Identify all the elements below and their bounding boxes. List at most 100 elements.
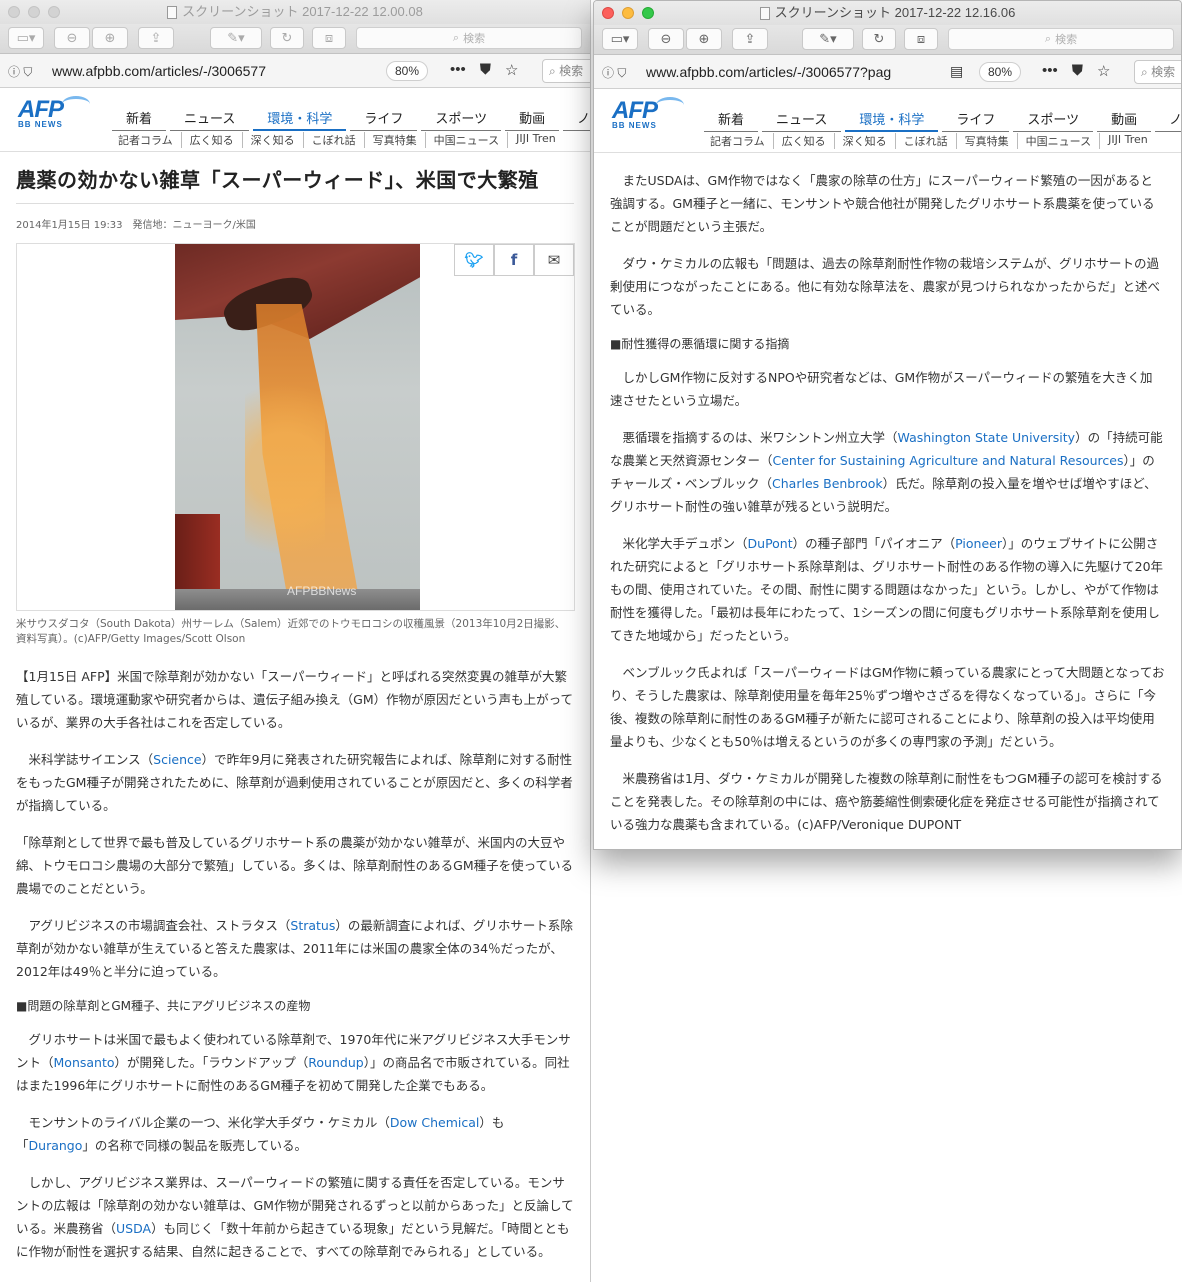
url-search-placeholder: 検索 — [559, 64, 584, 78]
url-search-field[interactable]: ⌕ 検索 — [1134, 60, 1181, 84]
toolbox-button[interactable]: ⧈ — [312, 27, 346, 49]
markup-button[interactable]: ✎▾ — [210, 27, 262, 49]
search-field[interactable]: ⌕ 検索 — [356, 27, 582, 49]
sidebar-toggle-button[interactable]: ▭▾ — [8, 27, 44, 49]
article-photo-container: AFPBBNews 🐦︎ f ✉ — [16, 243, 575, 611]
zoom-indicator[interactable]: 80% — [979, 62, 1022, 82]
info-shield-icon[interactable]: ⓘ ⛉ — [602, 64, 626, 81]
subnav-item-spillover[interactable]: こぼれ話 — [896, 133, 957, 149]
subnav-item-china[interactable]: 中国ニュース — [426, 132, 509, 148]
zoom-indicator[interactable]: 80% — [386, 61, 429, 81]
usda-link[interactable]: USDA — [116, 1221, 151, 1236]
subnav-item-column[interactable]: 記者コラム — [110, 132, 182, 148]
article-paragraph: 【1月15日 AFP】米国で除草剤が効かない「スーパーウィード」と呼ばれる突然変… — [16, 669, 573, 730]
bookmark-star-icon[interactable]: ☆ — [1097, 62, 1110, 80]
subnav-item-china[interactable]: 中国ニュース — [1018, 133, 1101, 149]
subnav-item-jiji[interactable]: JIJI Tren — [1100, 133, 1156, 149]
durango-link[interactable]: Durango — [29, 1138, 83, 1153]
nav-item-new[interactable]: 新着 — [112, 108, 167, 131]
minimize-button[interactable] — [622, 7, 634, 19]
subnav-item-photo[interactable]: 写真特集 — [365, 132, 426, 148]
nav-item-environment-science[interactable]: 環境・科学 — [253, 108, 347, 131]
wsu-link[interactable]: Washington State University — [898, 430, 1076, 445]
info-shield-icon[interactable]: ⓘ ⛉ — [8, 63, 32, 80]
sidebar-toggle-button[interactable]: ▭▾ — [602, 28, 638, 50]
more-icon[interactable]: ••• — [450, 61, 466, 79]
search-icon: ⌕ — [452, 31, 460, 44]
share-button[interactable]: ⇪ — [138, 27, 174, 49]
nav-item-sports[interactable]: スポーツ — [1013, 109, 1094, 132]
nav-item-life[interactable]: ライフ — [942, 109, 1010, 132]
share-buttons: 🐦︎ f ✉ — [454, 244, 574, 276]
url-search-field[interactable]: ⌕ 検索 — [542, 59, 590, 83]
more-icon[interactable]: ••• — [1042, 62, 1058, 80]
nav-item-environment-science[interactable]: 環境・科学 — [845, 109, 939, 132]
afp-logo[interactable]: AFP BB NEWS — [612, 97, 686, 137]
nav-item-news[interactable]: ニュース — [170, 108, 250, 131]
zoom-button[interactable] — [642, 7, 654, 19]
zoom-in-button[interactable]: ⊕ — [686, 28, 722, 50]
dow-chemical-link[interactable]: Dow Chemical — [390, 1115, 479, 1130]
nav-item-sports[interactable]: スポーツ — [421, 108, 502, 131]
mail-icon[interactable]: ✉ — [534, 244, 574, 276]
text-span: ）」のウェブサイトに公開された研究によると「グリホサート系除草剤は、グリホサート… — [610, 536, 1164, 643]
search-placeholder: 検索 — [463, 32, 486, 45]
subnav-item-jiji[interactable]: JIJI Tren — [508, 132, 564, 148]
roundup-link[interactable]: Roundup — [308, 1055, 363, 1070]
nav-item-video[interactable]: 動画 — [1097, 109, 1152, 132]
nav-item-more[interactable]: ノ — [563, 108, 590, 131]
zoom-out-button[interactable]: ⊖ — [54, 27, 90, 49]
article-dateline: 2014年1月15日 19:33 発信地：ニューヨーク/米国 — [16, 220, 256, 231]
pocket-icon[interactable]: ⛊ — [1072, 62, 1083, 80]
rotate-button[interactable]: ↻ — [862, 28, 896, 50]
twitter-icon[interactable]: 🐦︎ — [454, 244, 494, 276]
dupont-link[interactable]: DuPont — [748, 536, 793, 551]
markup-button[interactable]: ✎▾ — [802, 28, 854, 50]
nav-item-new[interactable]: 新着 — [704, 109, 759, 132]
nav-item-video[interactable]: 動画 — [505, 108, 560, 131]
search-field[interactable]: ⌕ 検索 — [948, 28, 1174, 50]
zoom-button[interactable] — [48, 6, 60, 18]
article-left: 農薬の効かない雑草「スーパーウィード」、米国で大繁殖 2014年1月15日 19… — [0, 164, 590, 1263]
article-paragraph: しかし、アグリビジネス業界は、スーパーウィードの繁殖に関する責任を否定している。… — [16, 1171, 574, 1263]
share-button[interactable]: ⇪ — [732, 28, 768, 50]
subnav-item-deep[interactable]: 深く知る — [243, 132, 304, 148]
url-tools: ••• ⛊ ☆ — [450, 61, 518, 79]
bookmark-star-icon[interactable]: ☆ — [505, 61, 518, 79]
close-button[interactable] — [8, 6, 20, 18]
logo-swoosh — [62, 96, 90, 112]
minimize-button[interactable] — [28, 6, 40, 18]
afp-logo[interactable]: AFP BB NEWS — [18, 96, 92, 136]
subnav-item-wide[interactable]: 広く知る — [182, 132, 243, 148]
reader-view-icon[interactable]: ▤ — [950, 63, 963, 80]
text-span: ）の種子部門「パイオニア（ — [792, 536, 956, 551]
stratus-link[interactable]: Stratus — [290, 918, 335, 933]
science-link[interactable]: Science — [153, 752, 201, 767]
url-text[interactable]: www.afpbb.com/articles/-/3006577?pag — [646, 64, 914, 80]
zoom-out-button[interactable]: ⊖ — [648, 28, 684, 50]
rotate-button[interactable]: ↻ — [270, 27, 304, 49]
nav-item-news[interactable]: ニュース — [762, 109, 842, 132]
pocket-icon[interactable]: ⛊ — [480, 61, 491, 79]
sub-nav: 記者コラム 広く知る 深く知る こぼれ話 写真特集 中国ニュース JIJI Tr… — [110, 132, 564, 148]
monsanto-link[interactable]: Monsanto — [54, 1055, 115, 1070]
subnav-item-column[interactable]: 記者コラム — [702, 133, 774, 149]
text-span: アグリビジネスの市場調査会社、ストラタス（ — [16, 918, 291, 933]
pioneer-link[interactable]: Pioneer — [955, 536, 1002, 551]
nav-item-life[interactable]: ライフ — [350, 108, 418, 131]
zoom-in-button[interactable]: ⊕ — [92, 27, 128, 49]
benbrook-link[interactable]: Charles Benbrook — [772, 476, 883, 491]
corn-harvest-photo[interactable]: AFPBBNews — [175, 244, 420, 610]
facebook-icon[interactable]: f — [494, 244, 534, 276]
subnav-item-photo[interactable]: 写真特集 — [957, 133, 1018, 149]
subnav-item-deep[interactable]: 深く知る — [835, 133, 896, 149]
subnav-item-spillover[interactable]: こぼれ話 — [304, 132, 365, 148]
subnav-item-wide[interactable]: 広く知る — [774, 133, 835, 149]
article-headline: 農薬の効かない雑草「スーパーウィード」、米国で大繁殖 — [16, 164, 574, 204]
close-button[interactable] — [602, 7, 614, 19]
toolbox-button[interactable]: ⧈ — [904, 28, 938, 50]
url-text[interactable]: www.afpbb.com/articles/-/3006577 — [52, 63, 382, 79]
article-paragraph: ベンブルック氏よれば「スーパーウィードはGM作物に頼っている農家にとって大問題と… — [610, 665, 1165, 749]
nav-item-more[interactable]: ノ — [1155, 109, 1181, 132]
csanr-link[interactable]: Center for Sustaining Agriculture and Na… — [773, 453, 1124, 468]
